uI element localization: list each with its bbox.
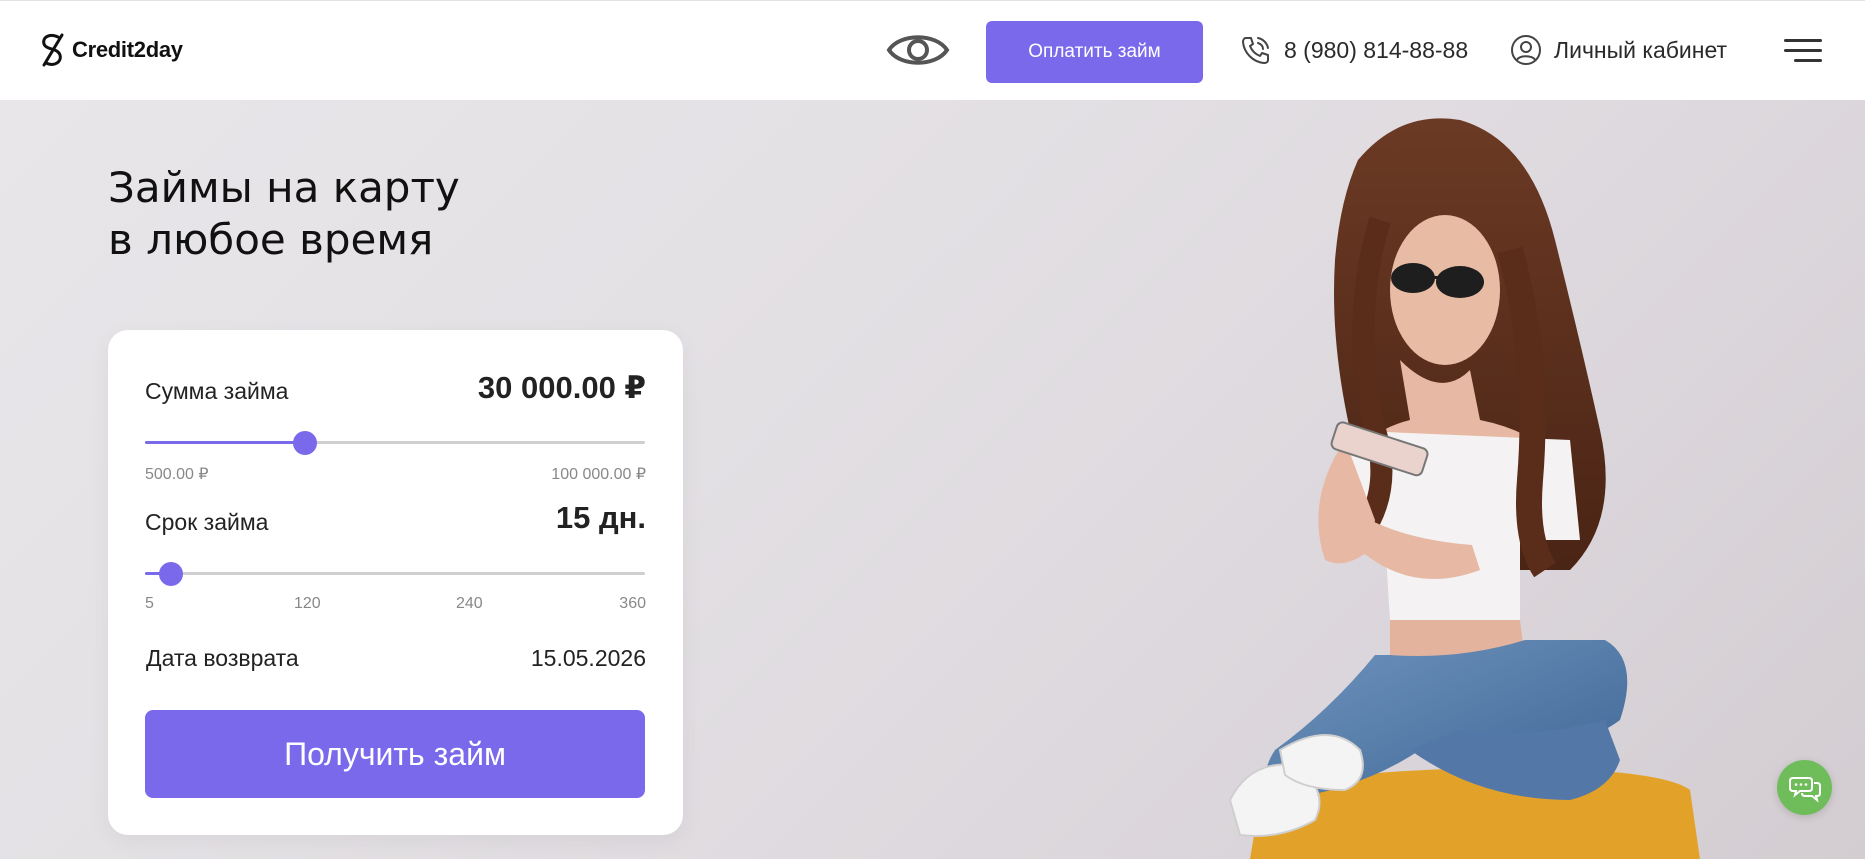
hero-title: Займы на карту в любое время [108, 162, 460, 266]
chat-bubbles-icon[interactable] [1777, 760, 1832, 815]
page: Credit2day Оплатить займ 8 (980) 814-88-… [0, 0, 1865, 859]
hero-section: Займы на карту в любое время Сумма займа… [0, 100, 1865, 859]
cabinet-label: Личный кабинет [1554, 36, 1728, 63]
term-value: 15 дн. [555, 500, 646, 535]
return-date-label: Дата возврата [146, 645, 299, 671]
term-slider[interactable] [145, 562, 645, 586]
hero-title-line1: Займы на карту [108, 163, 460, 212]
pay-loan-button[interactable]: Оплатить займ [986, 21, 1203, 83]
logo-text: Credit2day [72, 37, 183, 62]
loan-calculator-card: Сумма займа 30 000.00 ₽ 500.00 ₽ 100 000… [108, 330, 683, 835]
term-tick: 5 [145, 595, 154, 612]
term-slider-thumb[interactable] [159, 562, 183, 586]
term-slider-track [145, 572, 645, 575]
amount-slider-thumb[interactable] [293, 431, 317, 455]
amount-slider[interactable] [145, 431, 645, 455]
phone-number: 8 (980) 814-88-88 [1284, 36, 1469, 63]
hero-title-line2: в любое время [108, 215, 434, 264]
get-loan-button[interactable]: Получить займ [145, 710, 645, 798]
amount-min-label: 500.00 ₽ [145, 466, 209, 483]
term-tick: 120 [294, 595, 321, 612]
logo-mark-icon [42, 33, 64, 67]
eye-icon[interactable] [886, 27, 950, 73]
amount-slider-fill [145, 441, 305, 444]
phone-link[interactable]: 8 (980) 814-88-88 [1240, 34, 1468, 66]
hamburger-menu-icon[interactable] [1784, 39, 1822, 63]
amount-max-label: 100 000.00 ₽ [551, 466, 646, 483]
amount-value: 30 000.00 ₽ [477, 370, 646, 405]
phone-icon [1242, 37, 1269, 64]
site-header: Credit2day Оплатить займ 8 (980) 814-88-… [0, 0, 1865, 100]
term-label: Срок займа [145, 509, 269, 535]
term-tick: 360 [619, 595, 646, 612]
personal-cabinet-link[interactable]: Личный кабинет [1510, 34, 1727, 66]
term-tick: 240 [456, 595, 483, 612]
amount-label: Сумма займа [145, 378, 289, 404]
logo[interactable]: Credit2day [38, 31, 183, 69]
user-circle-icon [1511, 35, 1541, 65]
return-date-value: 15.05.2026 [530, 645, 646, 671]
hero-photo [1228, 118, 1700, 859]
